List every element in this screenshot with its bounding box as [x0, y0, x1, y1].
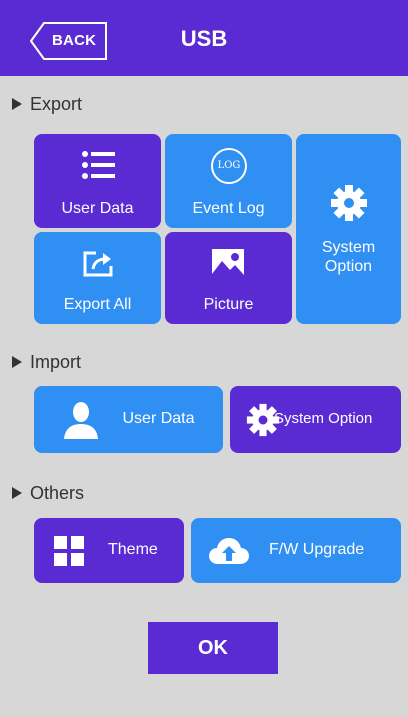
picture-icon	[212, 249, 244, 279]
section-import-label: Import	[12, 350, 81, 374]
user-icon	[64, 402, 98, 439]
section-others-text: Others	[30, 482, 85, 503]
section-export-text: Export	[30, 93, 83, 114]
import-user-data-label: User Data	[122, 410, 195, 427]
export-picture-label: Picture	[203, 296, 254, 313]
theme-button[interactable]: Theme	[34, 518, 184, 583]
log-icon-text: LOG	[217, 160, 241, 171]
ok-button[interactable]: OK	[148, 622, 278, 674]
export-picture-button[interactable]: Picture	[165, 232, 292, 324]
import-system-option-label: System Option	[274, 410, 373, 427]
export-all-button[interactable]: Export All	[34, 232, 161, 324]
cloud-upload-icon	[209, 538, 249, 564]
section-others-label: Others	[12, 481, 84, 505]
list-icon	[82, 151, 115, 179]
triangle-right-icon	[12, 98, 22, 110]
section-export-label: Export	[12, 92, 82, 116]
export-icon	[83, 251, 113, 277]
theme-icon	[54, 536, 84, 566]
page-title: USB	[180, 26, 228, 51]
triangle-right-icon	[12, 356, 22, 368]
export-event-log-label: Event Log	[192, 200, 265, 217]
export-user-data-label: User Data	[61, 200, 134, 217]
export-system-option-button[interactable]: System Option	[296, 134, 401, 324]
import-user-data-button[interactable]: User Data	[34, 386, 223, 453]
gear-icon	[331, 185, 367, 221]
export-system-option-label: System Option	[321, 239, 376, 275]
export-all-label: Export All	[63, 296, 132, 313]
section-import-text: Import	[30, 351, 82, 372]
export-user-data-button[interactable]: User Data	[34, 134, 161, 228]
fw-upgrade-button[interactable]: F/W Upgrade	[191, 518, 401, 583]
fw-upgrade-label: F/W Upgrade	[269, 541, 365, 558]
top-bar: BACK USB	[0, 0, 408, 76]
theme-label: Theme	[108, 541, 158, 558]
import-system-option-button[interactable]: System Option	[230, 386, 401, 453]
triangle-right-icon	[12, 487, 22, 499]
export-event-log-button[interactable]: LOG Event Log	[165, 134, 292, 228]
